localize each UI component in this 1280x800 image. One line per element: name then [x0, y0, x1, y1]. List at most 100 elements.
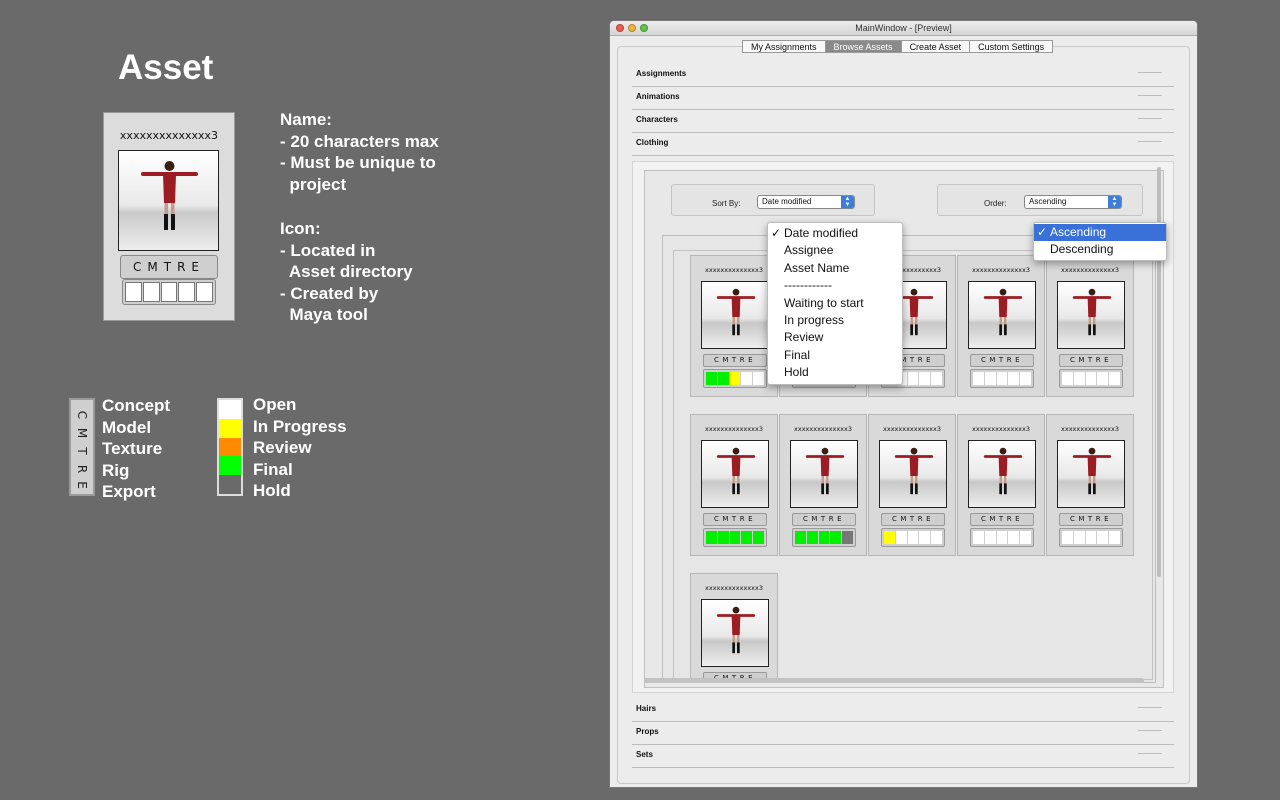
character-figure-icon — [716, 288, 756, 336]
status-cell — [830, 531, 842, 544]
menu-item[interactable]: ✓ Ascending — [1034, 224, 1166, 242]
note-line: Icon: — [280, 219, 321, 238]
title-bar: MainWindow - [Preview] — [610, 21, 1197, 36]
note-line: - 20 characters max — [280, 131, 439, 151]
asset-card[interactable]: xxxxxxxxxxxxxx3 CMTRE — [1046, 255, 1134, 397]
stage-legend-strip: C M T R E — [69, 398, 95, 496]
section-props[interactable]: Props — [632, 722, 1174, 745]
menu-item[interactable]: Waiting to start — [768, 295, 902, 312]
menu-item[interactable]: Descending — [1034, 241, 1166, 258]
asset-code-label: xxxxxxxxxxxxxx3 — [972, 266, 1030, 274]
menu-item[interactable]: Final — [768, 347, 902, 364]
tab-custom-settings[interactable]: Custom Settings — [969, 40, 1054, 53]
status-cell — [818, 531, 830, 544]
chevron-updown-icon: ▲ ▼ — [841, 196, 854, 208]
status-cell — [729, 372, 741, 385]
note-line: Name: — [280, 110, 332, 129]
menu-item-label: Final — [784, 347, 811, 362]
zoom-icon[interactable] — [640, 24, 648, 32]
main-window: MainWindow - [Preview] My Assignments Br… — [609, 20, 1198, 788]
stage-legend-labels: Concept Model Texture Rig Export — [102, 395, 170, 503]
annotation-title: Asset — [118, 48, 214, 87]
sort-combo[interactable]: Date modified ▲ ▼ — [757, 195, 855, 209]
status-cell — [1085, 372, 1097, 385]
asset-card[interactable]: xxxxxxxxxxxxxx3 CMTRE — [690, 255, 778, 397]
character-figure-icon — [1072, 447, 1112, 495]
character-figure-icon — [141, 161, 198, 230]
section-hairs[interactable]: Hairs — [632, 699, 1174, 722]
menu-item[interactable]: Asset Name — [768, 260, 902, 277]
menu-item-label: Assignee — [784, 243, 834, 258]
close-icon[interactable] — [616, 24, 624, 32]
asset-card[interactable]: xxxxxxxxxxxxxx3 CMTRE — [690, 414, 778, 556]
note-line: - Must be unique to — [280, 153, 436, 172]
status-color-swatch — [219, 418, 241, 438]
status-color-swatch — [219, 456, 241, 476]
asset-thumbnail — [701, 440, 769, 508]
tab-my-assignments[interactable]: My Assignments — [742, 40, 826, 53]
order-combo[interactable]: Ascending ▲ ▼ — [1024, 195, 1122, 209]
section-characters[interactable]: Characters — [632, 110, 1174, 133]
order-value: Ascending — [1029, 197, 1067, 206]
menu-item[interactable]: Hold — [768, 364, 902, 381]
asset-card[interactable]: xxxxxxxxxxxxxx3 CMTRE — [690, 573, 778, 682]
minimize-icon[interactable] — [628, 24, 636, 32]
menu-item[interactable]: In progress — [768, 312, 902, 329]
character-figure-icon — [716, 606, 756, 654]
stage-label: Model — [102, 417, 152, 437]
menu-item[interactable]: ✓ Date modified — [768, 225, 902, 242]
status-cell — [996, 531, 1008, 544]
tab-bar: My Assignments Browse Assets Create Asse… — [742, 40, 1054, 53]
status-cell — [1062, 372, 1073, 385]
asset-thumbnail — [790, 440, 858, 508]
status-legend-labels: Open In Progress Review Final Hold — [253, 394, 347, 502]
menu-item[interactable]: Assignee — [768, 242, 902, 259]
status-cell — [142, 282, 160, 302]
asset-code-label: xxxxxxxxxxxxxx3 — [972, 425, 1030, 433]
menu-item-label: In progress — [784, 312, 845, 327]
menu-item-label: Date modified — [784, 226, 859, 240]
status-cell — [1097, 531, 1109, 544]
status-cell — [795, 531, 806, 544]
horizontal-scrollbar[interactable] — [644, 678, 1144, 683]
sort-label: Sort By: — [712, 199, 741, 208]
asset-code-label: xxxxxxxxxxxxxx3 — [705, 425, 763, 433]
order-label: Order: — [984, 199, 1007, 208]
stage-label: Texture — [102, 439, 163, 458]
menu-item-label: Asset Name — [784, 260, 850, 275]
status-cell — [717, 372, 729, 385]
status-cell — [973, 531, 984, 544]
tab-browse-assets[interactable]: Browse Assets — [824, 40, 902, 53]
status-bar — [1059, 369, 1123, 388]
asset-card[interactable]: xxxxxxxxxxxxxx3 CMTRE — [957, 414, 1045, 556]
section-sets[interactable]: Sets — [632, 745, 1174, 768]
status-cell — [1008, 531, 1020, 544]
status-cell — [931, 531, 942, 544]
menu-item[interactable]: ------------ — [768, 277, 902, 294]
tab-create-asset[interactable]: Create Asset — [900, 40, 971, 53]
status-bar — [970, 369, 1034, 388]
asset-card[interactable]: xxxxxxxxxxxxxx3 CMTRE — [868, 414, 956, 556]
status-bar — [122, 279, 216, 305]
section-assignments[interactable]: Assignments — [632, 64, 1174, 87]
status-cell — [1062, 531, 1073, 544]
status-cell — [706, 372, 717, 385]
note-line: project — [280, 174, 347, 194]
status-cell — [178, 282, 196, 302]
stage-letters: CMTRE — [1059, 513, 1123, 526]
asset-code-label: xxxxxxxxxxxxxx3 — [1061, 266, 1119, 274]
status-bar — [792, 528, 856, 547]
menu-item[interactable]: Review — [768, 329, 902, 346]
section-animations[interactable]: Animations — [632, 87, 1174, 110]
character-figure-icon — [716, 447, 756, 495]
status-cell — [196, 282, 213, 302]
asset-card[interactable]: xxxxxxxxxxxxxx3 CMTRE — [1046, 414, 1134, 556]
status-cell — [1109, 372, 1120, 385]
status-cell — [753, 372, 764, 385]
status-cell — [1097, 372, 1109, 385]
asset-grid: xxxxxxxxxxxxxx3 CMTRE xxxxxxxxxxxxxx3 CMT… — [673, 250, 1153, 682]
asset-card[interactable]: xxxxxxxxxxxxxx3 CMTRE — [779, 414, 867, 556]
window-controls — [616, 24, 648, 32]
section-clothing[interactable]: Clothing — [632, 133, 1174, 156]
asset-card[interactable]: xxxxxxxxxxxxxx3 CMTRE — [957, 255, 1045, 397]
